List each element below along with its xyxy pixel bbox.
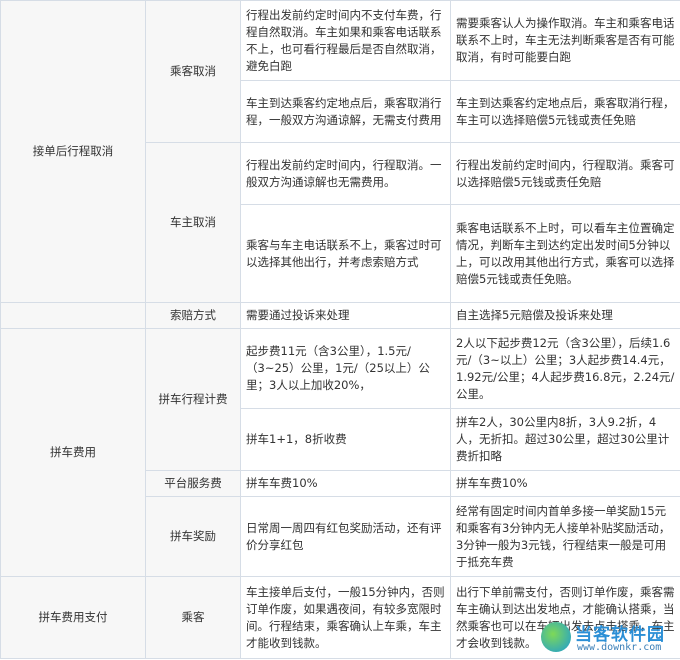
subcategory-cell: 拼车行程计费: [145, 328, 241, 471]
site-logo-icon: [541, 622, 571, 652]
watermark-logo: 当客软件园 www.downkr.com: [541, 620, 676, 658]
table-cell: 行程出发前约定时间内不支付车费，行程自然取消。车主如果和乘客电话联系不上，也可看…: [240, 0, 451, 81]
table-cell: 需要乘客认人为操作取消。车主和乘客电话联系不上时，车主无法判断乘客是否有可能取消…: [450, 0, 680, 81]
table-cell: 拼车1+1，8折收费: [240, 408, 451, 471]
subcategory-cell: 车主取消: [145, 142, 241, 303]
table-row: 索赔方式 需要通过投诉来处理 自主选择5元赔偿及投诉来处理: [0, 302, 680, 329]
table-cell: 拼车车费10%: [450, 470, 680, 497]
category-cell: 拼车费用: [0, 328, 146, 577]
subcategory-cell: 乘客取消: [145, 0, 241, 143]
table-cell: 行程出发前约定时间内，行程取消。一般双方沟通谅解也无需费用。: [240, 142, 451, 205]
comparison-table: 接单后行程取消 乘客取消 行程出发前约定时间内不支付车费，行程自然取消。车主如果…: [0, 0, 680, 659]
table-cell: 乘客与车主电话联系不上，乘客过时可以选择其他出行，并考虑索赔方式: [240, 204, 451, 303]
watermark-url: www.downkr.com: [577, 642, 662, 653]
table-cell: 自主选择5元赔偿及投诉来处理: [450, 302, 680, 329]
table-cell: 2人以下起步费12元（含3公里），后续1.6元/（3~以上）公里；3人起步费14…: [450, 328, 680, 409]
subcategory-cell: 索赔方式: [145, 302, 241, 329]
table-cell: 乘客电话联系不上时，可以看车主位置确定情况，判断车主到达约定出发时间5分钟以上，…: [450, 204, 680, 303]
table-cell: 拼车车费10%: [240, 470, 451, 497]
table-cell: 经常有固定时间内首单多接一单奖励15元和乘客有3分钟内无人接单补贴奖励活动，3分…: [450, 496, 680, 577]
table-row: 接单后行程取消 乘客取消 行程出发前约定时间内不支付车费，行程自然取消。车主如果…: [0, 0, 680, 303]
table-cell: 车主到达乘客约定地点后，乘客取消行程，车主可以选择赔偿5元钱或责任免赔: [450, 80, 680, 143]
table-cell: 车主接单后支付，一般15分钟内，否则订单作废，如果遇夜间，有较多宽限时间。行程结…: [240, 576, 451, 659]
table-cell: 行程出发前约定时间内，行程取消。乘客可以选择赔偿5元钱或责任免赔: [450, 142, 680, 205]
category-cell: 拼车费用支付: [0, 576, 146, 659]
subcategory-cell: 平台服务费: [145, 470, 241, 497]
table-cell: 日常周一周四有红包奖励活动，还有评价分享红包: [240, 496, 451, 577]
category-cell: 接单后行程取消: [0, 0, 146, 303]
table-cell: 车主到达乘客约定地点后，乘客取消行程，一般双方沟通谅解，无需支付费用: [240, 80, 451, 143]
subcategory-cell: 乘客: [145, 576, 241, 659]
subcategory-cell: 拼车奖励: [145, 496, 241, 577]
category-cell: [0, 302, 146, 329]
table-cell: 拼车2人，30公里内8折，3人9.2折，4人，无折扣。超过30公里，超过30公里…: [450, 408, 680, 471]
table-cell: 起步费11元（含3公里），1.5元/（3~25）公里，1元/（25以上）公里；3…: [240, 328, 451, 409]
table-row: 拼车费用 拼车行程计费 起步费11元（含3公里），1.5元/（3~25）公里，1…: [0, 328, 680, 577]
table-cell: 需要通过投诉来处理: [240, 302, 451, 329]
